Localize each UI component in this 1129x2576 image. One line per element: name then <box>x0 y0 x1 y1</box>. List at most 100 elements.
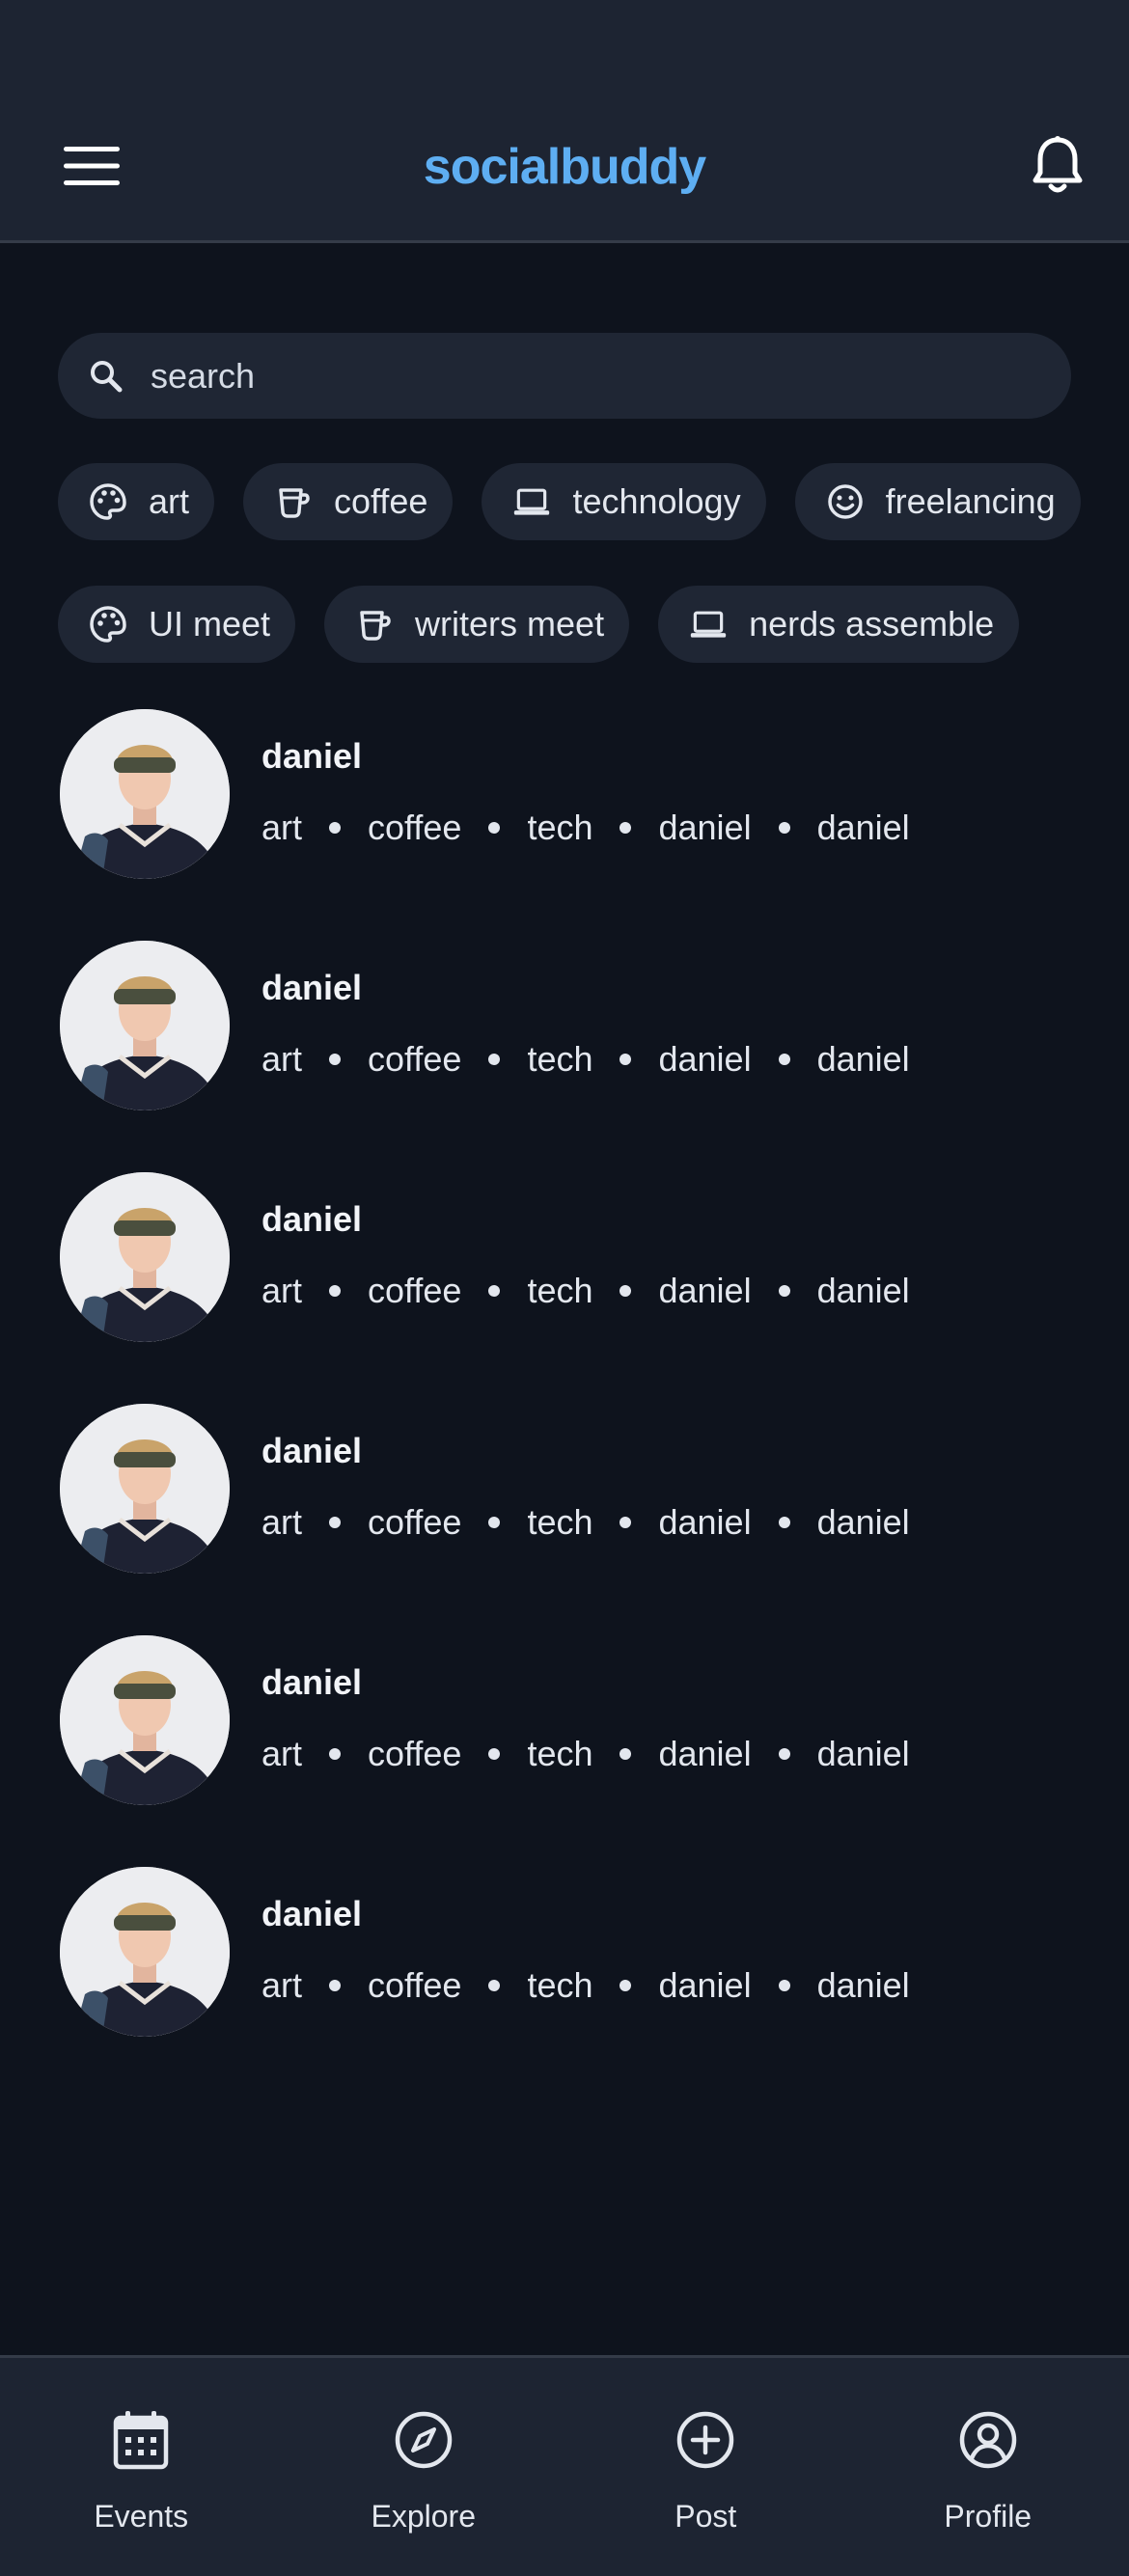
tag: daniel <box>658 1502 752 1542</box>
nav-post[interactable]: Post <box>564 2358 847 2576</box>
notifications-button[interactable] <box>1023 129 1092 203</box>
separator-dot <box>778 1517 790 1528</box>
tag: coffee <box>368 1271 462 1310</box>
separator-dot <box>329 1748 342 1760</box>
separator-dot <box>620 1980 632 1991</box>
list-item[interactable]: daniel art coffee tech daniel daniel <box>58 707 1071 939</box>
person-name: daniel <box>262 968 363 1007</box>
tag: tech <box>527 1965 593 2005</box>
avatar <box>60 941 230 1110</box>
separator-dot <box>778 1748 790 1760</box>
tag: tech <box>527 1502 593 1542</box>
coffee-cup-icon <box>274 482 313 521</box>
tag: coffee <box>368 1039 462 1079</box>
separator-dot <box>329 1517 342 1528</box>
smiley-icon <box>826 482 865 521</box>
plus-circle-icon <box>674 2408 737 2472</box>
person-tags: art coffee tech daniel daniel <box>262 1965 910 2006</box>
people-list: daniel art coffee tech daniel daniel dan… <box>58 707 1071 2096</box>
chip-label: UI meet <box>149 604 271 644</box>
person-tags: art coffee tech daniel daniel <box>262 1039 910 1080</box>
nav-label: Post <box>675 2499 737 2534</box>
chip-label: technology <box>572 481 741 521</box>
user-circle-icon <box>956 2408 1020 2472</box>
tag: art <box>262 1502 303 1542</box>
tag: coffee <box>368 1734 462 1773</box>
nav-explore[interactable]: Explore <box>283 2358 565 2576</box>
separator-dot <box>329 822 342 834</box>
chip-freelancing[interactable]: freelancing <box>794 463 1081 540</box>
laptop-icon <box>512 482 551 521</box>
tag: daniel <box>658 1965 752 2005</box>
tag: tech <box>527 808 593 847</box>
list-item[interactable]: daniel art coffee tech daniel daniel <box>58 1402 1071 1633</box>
tag: daniel <box>658 808 752 847</box>
tag: daniel <box>658 1271 752 1310</box>
tag: art <box>262 1734 303 1773</box>
person-tags: art coffee tech daniel daniel <box>262 1734 910 1774</box>
bottom-nav: Events Explore Post Profile <box>0 2355 1129 2576</box>
chip-art[interactable]: art <box>58 463 215 540</box>
tag: tech <box>527 1039 593 1079</box>
chip-label: writers meet <box>415 604 605 644</box>
tag: art <box>262 1271 303 1310</box>
avatar <box>60 1172 230 1342</box>
chip-label: art <box>149 481 190 521</box>
separator-dot <box>620 1285 632 1297</box>
separator-dot <box>620 1748 632 1760</box>
separator-dot <box>620 822 632 834</box>
list-item[interactable]: daniel art coffee tech daniel daniel <box>58 1865 1071 2096</box>
separator-dot <box>488 1054 501 1065</box>
person-tags: art coffee tech daniel daniel <box>262 1502 910 1543</box>
search-bar[interactable] <box>58 333 1071 419</box>
nav-profile[interactable]: Profile <box>847 2358 1129 2576</box>
tag: coffee <box>368 808 462 847</box>
tag: tech <box>527 1734 593 1773</box>
person-name: daniel <box>262 736 363 776</box>
chip-label: freelancing <box>885 481 1056 521</box>
tag: daniel <box>816 1039 910 1079</box>
tag: art <box>262 1965 303 2005</box>
separator-dot <box>488 1285 501 1297</box>
avatar <box>60 709 230 879</box>
chip-writers-meet[interactable]: writers meet <box>324 586 630 663</box>
tag: daniel <box>816 1734 910 1773</box>
separator-dot <box>488 1980 501 1991</box>
nav-label: Profile <box>944 2499 1033 2534</box>
separator-dot <box>778 1285 790 1297</box>
separator-dot <box>778 1054 790 1065</box>
avatar <box>60 1867 230 2037</box>
nav-label: Explore <box>371 2499 477 2534</box>
person-tags: art coffee tech daniel daniel <box>262 1271 910 1311</box>
chip-technology[interactable]: technology <box>482 463 766 540</box>
tag: coffee <box>368 1502 462 1542</box>
calendar-icon <box>109 2408 173 2472</box>
separator-dot <box>778 822 790 834</box>
tag: daniel <box>816 1502 910 1542</box>
person-name: daniel <box>262 1431 363 1470</box>
avatar <box>60 1404 230 1574</box>
avatar <box>60 1635 230 1805</box>
compass-icon <box>392 2408 455 2472</box>
group-chips-row: UI meet writers meet nerds assemble <box>58 586 1020 663</box>
separator-dot <box>329 1285 342 1297</box>
laptop-icon <box>689 605 728 644</box>
person-name: daniel <box>262 1894 363 1933</box>
chip-ui-meet[interactable]: UI meet <box>58 586 296 663</box>
nav-events[interactable]: Events <box>0 2358 283 2576</box>
separator-dot <box>778 1980 790 1991</box>
list-item[interactable]: daniel art coffee tech daniel daniel <box>58 1170 1071 1402</box>
list-item[interactable]: daniel art coffee tech daniel daniel <box>58 1633 1071 1865</box>
list-item[interactable]: daniel art coffee tech daniel daniel <box>58 939 1071 1170</box>
tag: tech <box>527 1271 593 1310</box>
chip-label: coffee <box>334 481 428 521</box>
coffee-cup-icon <box>355 605 394 644</box>
search-input[interactable] <box>149 354 1021 397</box>
chip-coffee[interactable]: coffee <box>243 463 454 540</box>
app-title: socialbuddy <box>423 139 706 195</box>
separator-dot <box>488 1748 501 1760</box>
tag: daniel <box>658 1734 752 1773</box>
separator-dot <box>620 1054 632 1065</box>
tag: art <box>262 1039 303 1079</box>
chip-nerds-assemble[interactable]: nerds assemble <box>658 586 1020 663</box>
